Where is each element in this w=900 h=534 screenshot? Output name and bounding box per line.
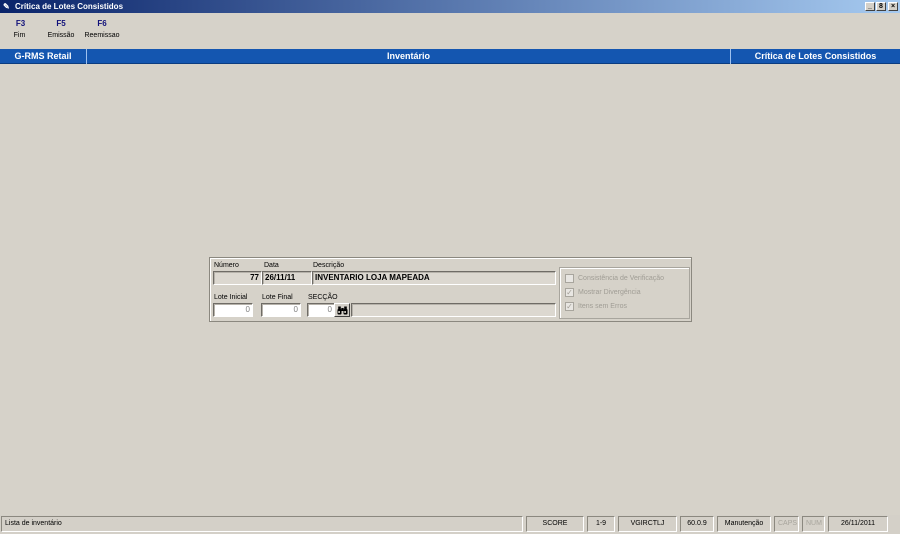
data-field[interactable]: 26/11/11	[262, 271, 312, 285]
mostrar-divergencia-check-icon: ✓	[565, 288, 574, 297]
mostrar-divergencia-checkbox[interactable]: ✓ Mostrar Divergência	[565, 288, 641, 297]
descricao-field[interactable]: INVENTARIO LOJA MAPEADA	[312, 271, 556, 285]
status-session: 1-9	[587, 516, 615, 532]
restore-button[interactable]: 8	[876, 2, 886, 11]
status-caps: CAPS	[774, 516, 799, 532]
status-message: Lista de inventário	[1, 516, 523, 532]
numero-label: Número	[214, 262, 239, 269]
app-icon: ✎	[3, 2, 10, 11]
descricao-label: Descrição	[313, 262, 345, 269]
status-bar: Lista de inventário SCORE 1-9 VGIRCTLJ 6…	[0, 515, 900, 534]
reemissao-key: F6	[97, 19, 107, 28]
mostrar-divergencia-label: Mostrar Divergência	[578, 289, 641, 296]
emissao-key: F5	[56, 19, 66, 28]
status-version: 60.0.9	[680, 516, 714, 532]
itens-sem-erros-checkbox[interactable]: ✓ Itens sem Erros	[565, 302, 627, 311]
seccao-input[interactable]: 0	[307, 303, 335, 317]
module-header: G-RMS Retail Inventário Crítica de Lotes…	[0, 49, 900, 64]
lote-final-label: Lote Final	[262, 294, 293, 301]
options-group: Consistência de Verificação ✓ Mostrar Di…	[559, 267, 690, 319]
fim-key: F3	[15, 19, 26, 28]
fim-label: Fim	[13, 32, 26, 39]
numero-field[interactable]: 77	[213, 271, 262, 285]
fim-button[interactable]: F3 Fim	[0, 18, 41, 44]
function-key-toolbar: F3 Fim F5 Emissão F6 Reemissao	[0, 18, 123, 44]
seccao-search-button[interactable]	[334, 303, 350, 317]
lote-inicial-label: Lote Inicial	[214, 294, 248, 301]
window-controls: _ 8 ×	[865, 2, 898, 11]
binoculars-icon	[337, 306, 347, 314]
minimize-button[interactable]: _	[865, 2, 875, 11]
consistencia-label: Consistência de Verificação	[578, 275, 664, 282]
screen-name: Crítica de Lotes Consistidos	[754, 51, 877, 61]
app-name: G-RMS Retail	[14, 51, 72, 61]
reemissao-label: Reemissao	[84, 32, 120, 39]
status-mode: Manutenção	[717, 516, 771, 532]
emissao-label: Emissão	[47, 32, 75, 39]
close-button[interactable]: ×	[888, 2, 898, 11]
itens-sem-erros-label: Itens sem Erros	[578, 303, 628, 310]
status-program: VGIRCTLJ	[618, 516, 677, 532]
status-num: NUM	[802, 516, 825, 532]
module-name: Inventário	[386, 51, 430, 61]
reemissao-button[interactable]: F6 Reemissao	[81, 18, 123, 44]
itens-sem-erros-check-icon: ✓	[565, 302, 574, 311]
status-date: 26/11/2011	[828, 516, 888, 532]
lote-inicial-input[interactable]: 0	[213, 303, 253, 317]
window-title: Crítica de Lotes Consistidos	[15, 2, 124, 11]
emissao-button[interactable]: F5 Emissão	[41, 18, 81, 44]
data-label: Data	[264, 262, 279, 269]
consistencia-checkbox[interactable]: Consistência de Verificação	[565, 274, 664, 283]
seccao-label: SECÇÃO	[308, 294, 338, 301]
consistencia-check-icon	[565, 274, 574, 283]
status-user: SCORE	[526, 516, 584, 532]
seccao-description-field	[351, 303, 556, 317]
title-bar: ✎ Crítica de Lotes Consistidos _ 8 ×	[0, 0, 900, 13]
lote-final-input[interactable]: 0	[261, 303, 301, 317]
